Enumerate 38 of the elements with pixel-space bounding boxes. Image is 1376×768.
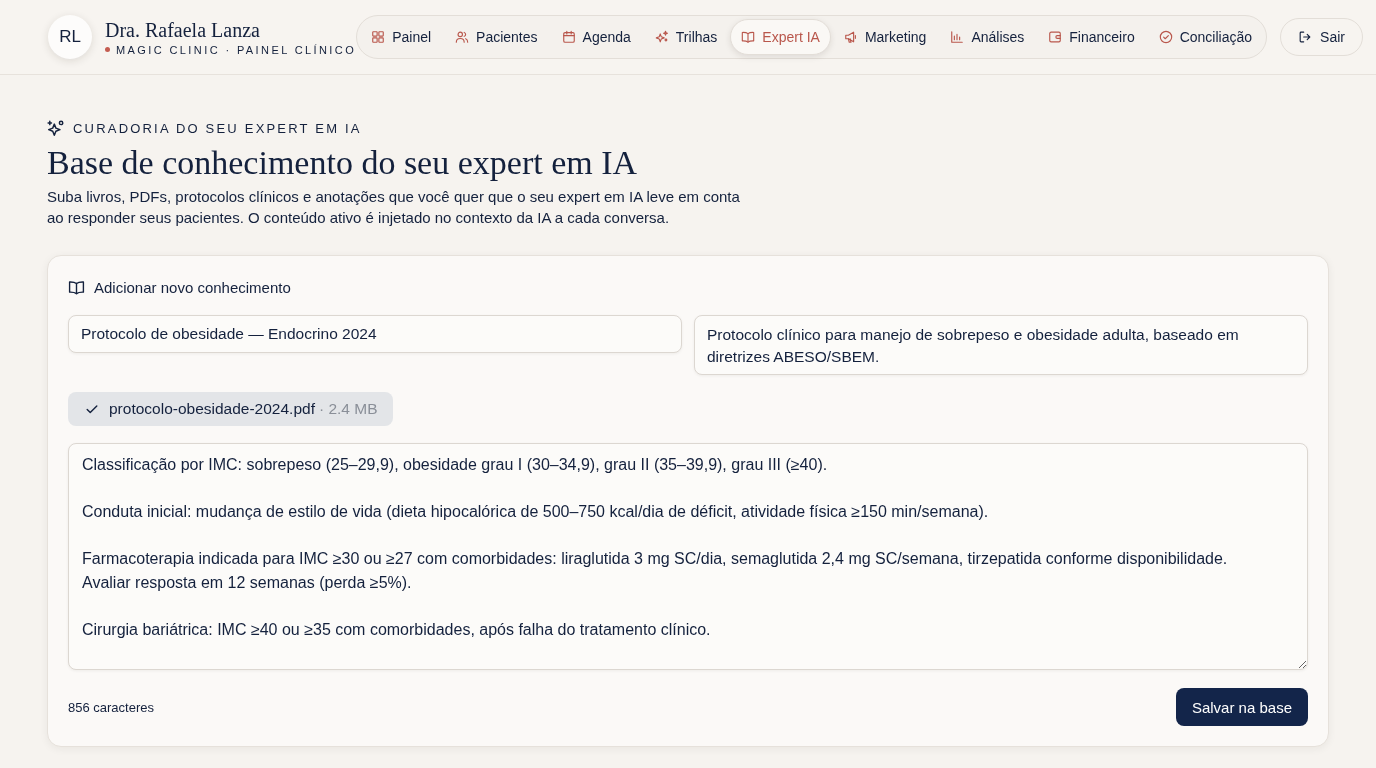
content-input[interactable]: Classificação por IMC: sobrepeso (25–29,9), obesidade grau I (30–34,9), grau II (35–39,9), grau III (≥40). Conduta inicial: mudança de estilo de vida (dieta hipocalórica de 500–750 kcal/dia de déficit, atividade física ≥150 min/semana). Farmacoterapia indicada para IMC ≥30 ou ≥27 com comorbidades: liraglutida 3 mg SC/dia, semaglutida 2,4 mg SC/semana, tirzepatida conforme disponibilidade. Avaliar resposta em 12 semanas (perda ≥5%). Cirurgia bariátrica: IMC ≥40 ou ≥35 com comorbidades, após falha do tratamento clínico. xyxy=(68,443,1308,670)
dot-icon xyxy=(105,47,110,52)
bar-chart-icon xyxy=(950,30,965,44)
nav-tab[interactable]: Agenda xyxy=(550,19,642,55)
nav-tab[interactable]: Conciliação xyxy=(1147,19,1264,55)
eyebrow-label: CURADORIA DO SEU EXPERT EM IA xyxy=(73,120,362,136)
character-count: 856 caracteres xyxy=(68,699,154,715)
nav-tab[interactable]: Pacientes xyxy=(444,19,549,55)
check-circle-icon xyxy=(1158,30,1173,44)
sparkles-icon xyxy=(47,119,65,137)
nav-tab[interactable]: Financeiro xyxy=(1037,19,1146,55)
sparkles-icon xyxy=(654,30,669,44)
logout-button[interactable]: Sair xyxy=(1280,18,1363,56)
file-size: · 2.4 MB xyxy=(318,400,378,418)
doctor-name: Dra. Rafaela Lanza xyxy=(105,18,261,41)
book-icon xyxy=(741,30,756,44)
nav-tab[interactable]: Análises xyxy=(939,19,1036,55)
page-description: Suba livros, PDFs, protocolos clínicos e anotações que você quer que o seu expert em IA leve em conta ao responder seus pacientes. O conteúdo ativo é injetado no contexto da IA a cada conversa. xyxy=(47,187,741,228)
save-button[interactable]: Salvar na base xyxy=(1175,688,1308,726)
nav-tab[interactable]: Trilhas xyxy=(643,19,729,55)
users-icon xyxy=(455,30,470,44)
description-input[interactable]: Protocolo clínico para manejo de sobrepeso e obesidade adulta, baseado em diretrizes ABESO/SBEM. xyxy=(694,315,1308,375)
nav-tab[interactable]: Painel xyxy=(360,19,443,55)
nav-tab[interactable]: Expert IA xyxy=(730,19,831,55)
page-title: Base de conhecimento do seu expert em IA xyxy=(47,143,639,183)
title-input[interactable]: Protocolo de obesidade — Endocrino 2024 xyxy=(68,315,682,353)
clinic-subtitle: MAGIC CLINIC · PAINEL CLÍNICO xyxy=(116,43,357,56)
file-name: protocolo-obesidade-2024.pdf xyxy=(109,400,315,418)
wallet-icon xyxy=(1048,30,1063,44)
grid-icon xyxy=(371,30,386,44)
logout-icon xyxy=(1298,30,1313,44)
card-heading: Adicionar novo conhecimento xyxy=(94,278,291,296)
book-icon xyxy=(68,278,85,296)
calendar-icon xyxy=(561,30,576,44)
nav-tab[interactable]: Marketing xyxy=(832,19,938,55)
avatar: RL xyxy=(48,15,92,59)
check-icon xyxy=(85,402,99,416)
megaphone-icon xyxy=(843,30,858,44)
